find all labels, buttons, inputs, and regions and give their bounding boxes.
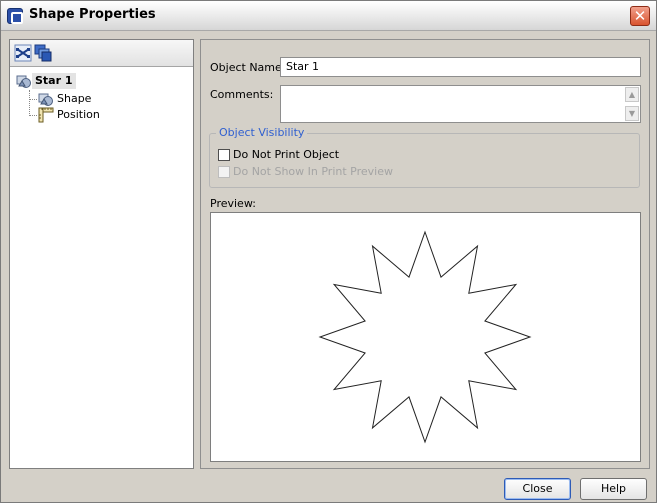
shape-node-icon <box>38 91 54 107</box>
star-shape-icon <box>318 230 532 444</box>
content-area: Star 1 Shape Position Object Name: Star … <box>9 39 650 471</box>
tree-toolbar <box>10 40 193 67</box>
window-title: Shape Properties <box>29 7 156 22</box>
help-button[interactable]: Help <box>580 478 647 500</box>
title-bar[interactable]: Shape Properties ✕ <box>1 1 656 31</box>
position-ruler-icon <box>38 107 54 123</box>
comments-label: Comments: <box>210 88 274 101</box>
scroll-up-icon[interactable]: ▲ <box>625 87 639 102</box>
scroll-down-icon[interactable]: ▼ <box>625 106 639 121</box>
tree-item-label: Shape <box>57 92 92 105</box>
app-icon <box>7 8 23 24</box>
object-name-label: Object Name: <box>210 61 286 74</box>
close-button[interactable]: Close <box>504 478 571 500</box>
object-visibility-title: Object Visibility <box>216 126 308 139</box>
layers-icon[interactable] <box>34 44 52 62</box>
tree-connector <box>29 99 37 100</box>
properties-panel: Object Name: Star 1 Comments: ▲ ▼ Object… <box>200 39 650 469</box>
do-not-print-label[interactable]: Do Not Print Object <box>233 148 339 161</box>
shape-node-icon <box>16 73 32 89</box>
preview-label: Preview: <box>210 197 256 210</box>
tree-item-label: Star 1 <box>32 73 76 89</box>
tree-item-label: Position <box>57 108 100 121</box>
object-tree-panel: Star 1 Shape Position <box>9 39 194 469</box>
close-window-button[interactable]: ✕ <box>630 6 650 26</box>
comments-textarea[interactable]: ▲ ▼ <box>280 85 641 123</box>
do-not-show-preview-checkbox <box>218 166 230 178</box>
expand-collapse-icon[interactable] <box>14 44 32 62</box>
preview-canvas <box>210 212 641 462</box>
tree-connector <box>29 115 37 116</box>
shape-properties-dialog: Shape Properties ✕ Star 1 Shape Position… <box>0 0 657 503</box>
object-visibility-group: Object Visibility Do Not Print Object Do… <box>209 126 640 188</box>
do-not-show-preview-label: Do Not Show In Print Preview <box>233 165 393 178</box>
tree-connector <box>29 90 30 116</box>
do-not-print-checkbox[interactable] <box>218 149 230 161</box>
object-name-input[interactable]: Star 1 <box>280 57 641 77</box>
